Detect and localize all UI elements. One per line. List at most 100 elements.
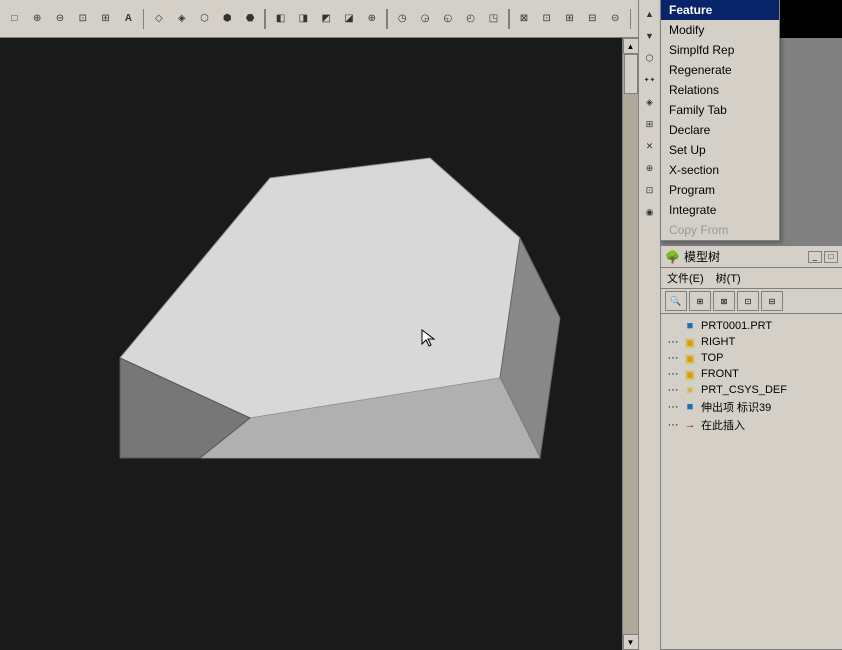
tree-node-front[interactable]: ··· ▣ FRONT: [663, 366, 840, 382]
tree-title-bar: 🌳 模型树 _ □: [661, 246, 842, 268]
menu-item-copy-from: Copy From: [661, 220, 779, 240]
zoom-fit-btn[interactable]: ⊡: [72, 7, 93, 31]
scroll-thumb[interactable]: [624, 54, 638, 94]
text-btn[interactable]: A: [118, 7, 139, 31]
zoom-in-btn[interactable]: ⊕: [27, 7, 48, 31]
tree-tree-menu[interactable]: 树(T): [714, 269, 743, 287]
menu-item-set-up[interactable]: Set Up: [661, 140, 779, 160]
menu-item-program[interactable]: Program: [661, 180, 779, 200]
rt-tool2[interactable]: ✦✦: [640, 70, 660, 90]
model-tree-panel: 🌳 模型树 _ □ 文件(E) 树(T) 🔍 ⊞ ⊠ ⊡ ⊟ ■ PRT0001…: [660, 245, 842, 650]
tool4-btn[interactable]: ⬢: [217, 7, 238, 31]
menu-item-simplfd-rep[interactable]: Simplfd Rep: [661, 40, 779, 60]
tool1-btn[interactable]: ◇: [148, 7, 169, 31]
top-plane-icon: ▣: [683, 351, 697, 365]
menu-item-family-tab[interactable]: Family Tab: [661, 100, 779, 120]
tool20-btn[interactable]: ⊝: [605, 7, 626, 31]
insert-indent: ···: [665, 419, 681, 431]
tree-tool3[interactable]: ⊡: [737, 291, 759, 311]
tree-node-right[interactable]: ··· ▣ RIGHT: [663, 334, 840, 350]
tool8-btn[interactable]: ◩: [316, 7, 337, 31]
tool15-btn[interactable]: ◳: [483, 7, 504, 31]
csys-indent: ···: [665, 384, 681, 396]
extrude-indent: ···: [665, 401, 681, 413]
tree-content: ■ PRT0001.PRT ··· ▣ RIGHT ··· ▣ TOP ··· …: [661, 314, 842, 438]
tree-node-csys[interactable]: ··· ✳ PRT_CSYS_DEF: [663, 382, 840, 398]
tool17-btn[interactable]: ⊡: [536, 7, 557, 31]
rt-scroll-down[interactable]: ▼: [640, 26, 660, 46]
tool5-btn[interactable]: ⬣: [240, 7, 261, 31]
front-label: FRONT: [701, 368, 739, 380]
menu-item-x-section[interactable]: X-section: [661, 160, 779, 180]
sep3: [386, 9, 388, 29]
sep5: [630, 9, 632, 29]
sep2: [264, 9, 266, 29]
tool11-btn[interactable]: ◷: [392, 7, 413, 31]
zoom-out-btn[interactable]: ⊖: [50, 7, 71, 31]
front-plane-icon: ▣: [683, 367, 697, 381]
new-btn[interactable]: □: [4, 7, 25, 31]
sep4: [508, 9, 510, 29]
rt-tool3[interactable]: ◈: [640, 92, 660, 112]
tree-tool4[interactable]: ⊟: [761, 291, 783, 311]
tree-menubar: 文件(E) 树(T): [661, 268, 842, 289]
top-indent: ···: [665, 352, 681, 364]
tree-node-top[interactable]: ··· ▣ TOP: [663, 350, 840, 366]
tree-node-extrude[interactable]: ··· ■ 伸出项 标识39: [663, 398, 840, 416]
right-indent: ···: [665, 336, 681, 348]
main-scrollbar[interactable]: ▲ ▼: [622, 38, 638, 650]
tree-minimize-btn[interactable]: _: [808, 251, 822, 263]
tree-node-insert[interactable]: ··· → 在此插入: [663, 416, 840, 434]
sep1: [143, 9, 145, 29]
insert-arrow-icon: →: [683, 418, 697, 432]
tool19-btn[interactable]: ⊟: [582, 7, 603, 31]
tree-tool2[interactable]: ⊠: [713, 291, 735, 311]
tool16-btn[interactable]: ⊠: [514, 7, 535, 31]
rt-tool4[interactable]: ⊞: [640, 114, 660, 134]
tool9-btn[interactable]: ◪: [339, 7, 360, 31]
tree-toolbar: 🔍 ⊞ ⊠ ⊡ ⊟: [661, 289, 842, 314]
tool13-btn[interactable]: ◵: [437, 7, 458, 31]
extrude-icon: ■: [683, 400, 697, 414]
tool12-btn[interactable]: ◶: [415, 7, 436, 31]
right-toolbar: ▲ ▼ ⬡ ✦✦ ◈ ⊞ ✕ ⊕ ⊡ ◉: [638, 0, 660, 650]
tool3-btn[interactable]: ⬡: [194, 7, 215, 31]
menu-header: Feature: [661, 0, 779, 20]
tree-node-root[interactable]: ■ PRT0001.PRT: [663, 318, 840, 334]
rt-tool1[interactable]: ⬡: [640, 48, 660, 68]
tool7-btn[interactable]: ◨: [293, 7, 314, 31]
menu-item-regenerate[interactable]: Regenerate: [661, 60, 779, 80]
scroll-down-arrow[interactable]: ▼: [623, 634, 639, 650]
tree-search-btn[interactable]: 🔍: [665, 291, 687, 311]
extrude-label: 伸出项 标识39: [701, 399, 771, 415]
menu-item-modify[interactable]: Modify: [661, 20, 779, 40]
tree-maximize-btn[interactable]: □: [824, 251, 838, 263]
tree-icon: 🌳: [665, 250, 680, 264]
menu-item-relations[interactable]: Relations: [661, 80, 779, 100]
right-plane-icon: ▣: [683, 335, 697, 349]
3d-viewport[interactable]: [0, 38, 638, 650]
rt-tool6[interactable]: ⊕: [640, 158, 660, 178]
menu-item-declare[interactable]: Declare: [661, 120, 779, 140]
menu-item-integrate[interactable]: Integrate: [661, 200, 779, 220]
tree-tool1[interactable]: ⊞: [689, 291, 711, 311]
tool18-btn[interactable]: ⊞: [559, 7, 580, 31]
feature-dropdown-menu: Feature Modify Simplfd Rep Regenerate Re…: [660, 0, 780, 241]
insert-label: 在此插入: [701, 417, 745, 433]
rt-tool8[interactable]: ◉: [640, 202, 660, 222]
rt-tool5[interactable]: ✕: [640, 136, 660, 156]
tool6-btn[interactable]: ◧: [270, 7, 291, 31]
repaint-btn[interactable]: ⊞: [95, 7, 116, 31]
tool14-btn[interactable]: ◴: [460, 7, 481, 31]
scroll-track[interactable]: [623, 54, 639, 634]
tree-window-controls: _ □: [808, 251, 838, 263]
rt-scroll-up[interactable]: ▲: [640, 4, 660, 24]
front-indent: ···: [665, 368, 681, 380]
rt-tool7[interactable]: ⊡: [640, 180, 660, 200]
tool2-btn[interactable]: ◈: [171, 7, 192, 31]
tree-file-menu[interactable]: 文件(E): [665, 269, 706, 287]
right-label: RIGHT: [701, 336, 735, 348]
tool10-btn[interactable]: ⊕: [361, 7, 382, 31]
tree-title: 🌳 模型树: [665, 248, 720, 265]
scroll-up-arrow[interactable]: ▲: [623, 38, 639, 54]
